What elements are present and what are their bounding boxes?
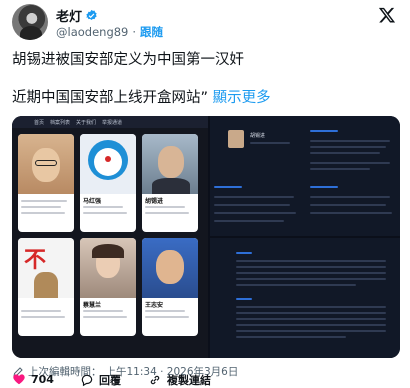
card-name: 蔡慧兰 <box>83 302 102 309</box>
post-text-line2-content: 近期中国国安部上线开盒网站” <box>12 90 209 106</box>
card-name: 王志安 <box>145 302 164 309</box>
verified-badge-icon <box>86 9 97 20</box>
separator-dot: · <box>132 25 137 39</box>
author-name[interactable]: 老灯 <box>56 6 82 25</box>
x-logo-icon[interactable] <box>378 6 396 24</box>
media-image-profile-detail[interactable]: 胡锡进 <box>210 116 400 236</box>
reply-label: 回覆 <box>99 374 121 387</box>
profile-name: 胡锡进 <box>250 133 266 139</box>
author-name-row: 老灯 <box>56 6 98 25</box>
handle-row: @laodeng89 · 跟随 <box>56 24 163 40</box>
sign-text: 不 <box>24 248 47 273</box>
like-count: 704 <box>31 372 54 386</box>
website-nav-bar: 首页 档案列表 关于我们 举报通道 <box>12 116 208 128</box>
profile-card: 马红强 <box>80 134 136 232</box>
copy-link-label: 複製連結 <box>167 374 211 387</box>
website-nav-item: 首页 <box>34 119 45 126</box>
post-actions: 704 回覆 複製連結 <box>12 372 398 388</box>
profile-card: 蔡慧兰 <box>80 238 136 336</box>
profile-card: 胡锡进 <box>142 134 198 232</box>
copy-link-button[interactable]: 複製連結 <box>148 372 211 388</box>
website-nav-item: 档案列表 <box>50 119 71 126</box>
profile-thumb <box>228 130 244 148</box>
reply-bubble-icon <box>81 374 93 387</box>
profile-card <box>18 134 74 232</box>
profile-photo <box>80 238 136 298</box>
reply-button[interactable]: 回覆 <box>80 372 121 388</box>
post-header: 老灯 @laodeng89 · 跟随 <box>12 4 398 44</box>
card-name: 马红强 <box>83 198 102 205</box>
link-icon <box>150 375 160 385</box>
profile-photo <box>18 134 74 194</box>
profile-photo <box>142 134 198 194</box>
like-button[interactable]: 704 <box>12 372 54 386</box>
media-image-case-text[interactable] <box>210 238 400 358</box>
profile-card: 王志安 <box>142 238 198 336</box>
show-more-link[interactable]: 顯示更多 <box>213 90 271 106</box>
media-image-website-list[interactable]: 首页 档案列表 关于我们 举报通道 马红强 胡锡进 不 蔡慧兰 王志安 <box>12 116 208 358</box>
post-text-line2: 近期中国国安部上线开盒网站” 顯示更多 <box>12 86 271 107</box>
card-name: 胡锡进 <box>145 198 164 205</box>
avatar[interactable] <box>12 4 48 40</box>
media-grid[interactable]: 首页 档案列表 关于我们 举报通道 马红强 胡锡进 不 蔡慧兰 王志安 胡锡进 <box>12 116 400 358</box>
heart-icon <box>13 374 25 385</box>
website-nav-item: 举报通道 <box>102 119 123 126</box>
post-text-line1: 胡锡进被国安部定义为中国第一汉奸 <box>12 52 244 68</box>
website-nav-item: 关于我们 <box>76 119 97 126</box>
profile-photo <box>142 238 198 298</box>
profile-card: 不 <box>18 238 74 336</box>
profile-photo: 不 <box>18 238 74 298</box>
doraemon-photo <box>80 134 136 194</box>
follow-button[interactable]: 跟随 <box>140 24 163 40</box>
author-handle[interactable]: @laodeng89 <box>56 25 128 39</box>
